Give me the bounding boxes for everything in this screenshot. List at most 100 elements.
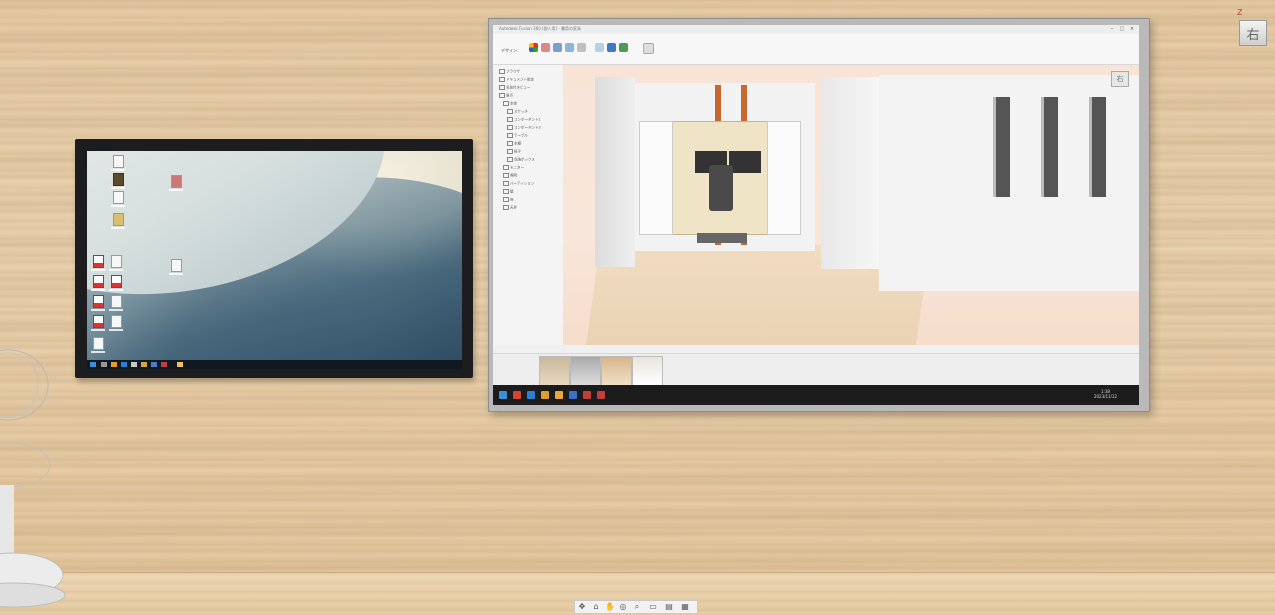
shelf-unit xyxy=(767,121,801,235)
ribbon-toolbar: デザイン xyxy=(493,34,1139,65)
app-icon[interactable] xyxy=(161,362,167,367)
app-icon[interactable] xyxy=(151,362,157,367)
left-monitor xyxy=(75,139,473,378)
tree-item[interactable]: モニター xyxy=(503,165,524,170)
construct-icon[interactable] xyxy=(577,43,586,52)
desktop-icon[interactable] xyxy=(169,259,183,275)
room-partition xyxy=(821,77,879,269)
desktop-icon[interactable] xyxy=(109,255,123,271)
tree-item[interactable]: 名前付きビュー xyxy=(499,85,531,90)
tree-item[interactable]: 照明 xyxy=(503,173,517,178)
desktop-icon[interactable] xyxy=(109,295,123,311)
chair-mat xyxy=(697,233,747,243)
render-thumbnail[interactable] xyxy=(601,356,632,386)
tree-item[interactable]: ドキュメント設定 xyxy=(499,77,534,82)
start-icon[interactable] xyxy=(90,362,96,367)
desktop-icon[interactable] xyxy=(169,175,183,191)
view-cube[interactable]: Z 右 xyxy=(1237,8,1267,46)
zoom-icon[interactable]: ⌕ xyxy=(633,603,641,611)
display-icon[interactable]: ▭ xyxy=(649,603,657,611)
tree-item[interactable]: ブラウザ xyxy=(499,69,520,74)
desktop-icon[interactable] xyxy=(111,173,125,189)
navigation-toolbar: ✥ ⌂ ✋ ◎ ⌕ ▭ ▤ ▦ xyxy=(574,600,698,614)
pan-icon[interactable]: ⌂ xyxy=(592,603,600,611)
select-icon[interactable] xyxy=(619,43,628,52)
z-axis-label: Z xyxy=(1237,8,1243,17)
viewport-view-cube[interactable]: 右 xyxy=(1111,71,1129,87)
clock-date: 2023/11/12 xyxy=(1093,394,1117,399)
app-icon[interactable] xyxy=(555,391,563,399)
app-title: Autodesk Fusion 360 (個人用) - 書斎の家具 xyxy=(499,26,582,31)
tree-item[interactable]: コンポーネント1 xyxy=(507,117,541,122)
tree-item[interactable]: 椅子 xyxy=(507,149,521,154)
maximize-icon[interactable]: □ xyxy=(1119,26,1125,32)
visual-style-icon[interactable]: ▤ xyxy=(665,603,673,611)
tree-item[interactable]: 原点 xyxy=(499,93,513,98)
minimize-icon[interactable]: – xyxy=(1109,26,1115,32)
pdf-file-icon[interactable] xyxy=(91,275,105,291)
pdf-file-icon[interactable] xyxy=(91,295,105,311)
left-monitor-desktop[interactable] xyxy=(87,151,462,369)
3d-viewport[interactable]: 右 xyxy=(563,65,1139,345)
app-icon[interactable] xyxy=(583,391,591,399)
app-icon[interactable] xyxy=(177,362,183,367)
app-icon[interactable] xyxy=(569,391,577,399)
hand-icon[interactable]: ✋ xyxy=(605,603,615,611)
explorer-icon[interactable] xyxy=(111,362,117,367)
desktop-icon[interactable] xyxy=(111,213,125,229)
sketch-icon[interactable] xyxy=(541,43,550,52)
tree-item[interactable]: 床 xyxy=(503,197,514,202)
explorer-icon[interactable] xyxy=(541,391,549,399)
viewport-nav-bar xyxy=(493,345,1139,353)
make-icon[interactable] xyxy=(643,43,654,54)
browser-panel: ブラウザ ドキュメント設定 名前付きビュー 原点 本体 スケッチ コンポーネント… xyxy=(493,65,564,345)
desktop-icon[interactable] xyxy=(111,155,125,171)
render-thumbnail[interactable] xyxy=(539,356,570,386)
pdf-file-icon[interactable] xyxy=(91,315,105,331)
right-monitor-screen: Autodesk Fusion 360 (個人用) - 書斎の家具 – □ × … xyxy=(493,25,1139,405)
look-icon[interactable]: ◎ xyxy=(619,603,627,611)
assemble-icon[interactable] xyxy=(565,43,574,52)
partition-slot xyxy=(993,97,1010,197)
tree-item[interactable]: 本棚 xyxy=(507,141,521,146)
app-icon[interactable] xyxy=(597,391,605,399)
right-taskbar: 1:38 2023/11/12 xyxy=(493,385,1139,405)
tree-item[interactable]: テーブル xyxy=(507,133,528,138)
tree-item[interactable]: スケッチ xyxy=(507,109,528,114)
timeline-panel xyxy=(493,353,1139,386)
app-icon[interactable] xyxy=(131,362,137,367)
app-icon[interactable] xyxy=(141,362,147,367)
workspace-selector[interactable]: デザイン xyxy=(501,48,517,54)
tree-item[interactable]: 天井 xyxy=(503,205,517,210)
desktop-icon[interactable] xyxy=(111,191,125,207)
tree-item[interactable]: コンポーネント2 xyxy=(507,125,541,130)
tree-item[interactable]: パーティション xyxy=(503,181,534,186)
create-icon[interactable] xyxy=(529,43,538,52)
grid-icon[interactable]: ▦ xyxy=(681,603,689,611)
start-icon[interactable] xyxy=(499,391,507,399)
left-taskbar xyxy=(87,360,462,369)
modify-icon[interactable] xyxy=(553,43,562,52)
tree-item[interactable]: 壁 xyxy=(503,189,514,194)
render-thumbnail[interactable] xyxy=(570,356,601,386)
vscode-icon[interactable] xyxy=(121,362,127,367)
orbit-icon[interactable]: ✥ xyxy=(578,603,586,611)
right-monitor: Autodesk Fusion 360 (個人用) - 書斎の家具 – □ × … xyxy=(488,18,1150,412)
inspect-icon[interactable] xyxy=(595,43,604,52)
desktop-icon[interactable] xyxy=(91,337,105,353)
render-thumbnail[interactable] xyxy=(632,356,663,386)
taskbar-clock[interactable]: 1:38 2023/11/12 xyxy=(1094,389,1117,399)
vscode-icon[interactable] xyxy=(527,391,535,399)
tree-item[interactable]: 本体 xyxy=(503,101,517,106)
search-icon[interactable] xyxy=(101,362,107,367)
desk-monitor xyxy=(729,151,761,173)
view-cube-right-face[interactable]: 右 xyxy=(1239,20,1267,46)
chrome-icon[interactable] xyxy=(513,391,521,399)
close-icon[interactable]: × xyxy=(1129,26,1135,32)
pdf-file-icon[interactable] xyxy=(109,275,123,291)
desktop-icon[interactable] xyxy=(109,315,123,331)
tree-item[interactable]: 収納ボックス xyxy=(507,157,535,162)
partition-slot xyxy=(1089,97,1106,197)
pdf-file-icon[interactable] xyxy=(91,255,105,271)
insert-icon[interactable] xyxy=(607,43,616,52)
